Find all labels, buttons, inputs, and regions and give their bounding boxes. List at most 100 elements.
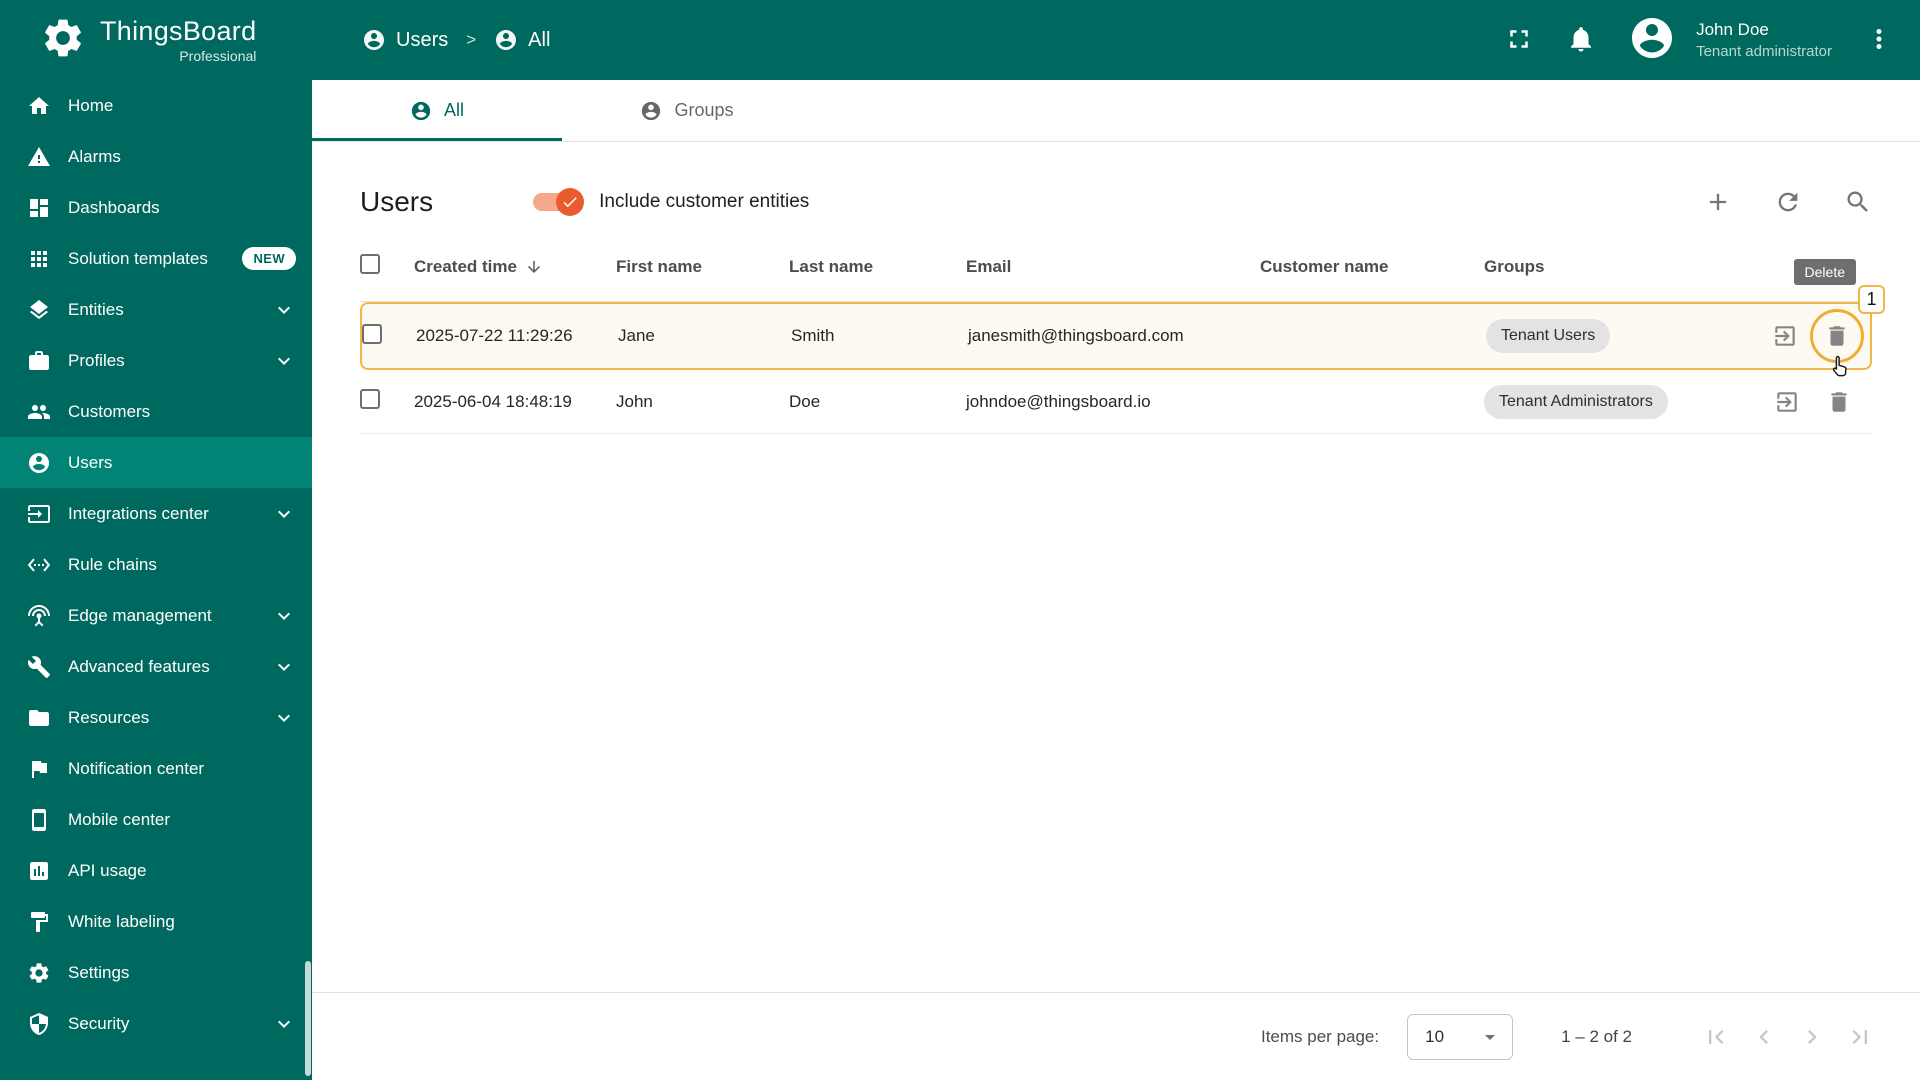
- notifications-button[interactable]: [1566, 24, 1596, 57]
- tab-all[interactable]: All: [312, 80, 562, 141]
- login-icon: [1777, 391, 1797, 412]
- login-as-user-button[interactable]: [1774, 389, 1800, 415]
- tab-groups[interactable]: Groups: [562, 80, 812, 141]
- sidebar-item-profiles[interactable]: Profiles: [0, 335, 312, 386]
- last-page-button[interactable]: [1846, 1023, 1874, 1051]
- column-header-email[interactable]: Email: [966, 257, 1260, 277]
- delete-user-button[interactable]: [1824, 323, 1850, 349]
- more-menu-button[interactable]: [1864, 24, 1894, 57]
- toolbar-actions: [1704, 188, 1872, 216]
- avatar[interactable]: [1628, 14, 1676, 67]
- sidebar-item-notification-center[interactable]: Notification center: [0, 743, 312, 794]
- items-per-page-select[interactable]: 10: [1407, 1013, 1514, 1060]
- sidebar-item-label: Alarms: [68, 146, 121, 166]
- sidebar-scrollbar[interactable]: [305, 961, 311, 1076]
- sidebar-item-entities[interactable]: Entities: [0, 284, 312, 335]
- users-table: Created time First name Last name Email …: [312, 232, 1920, 434]
- sidebar-item-edge-management[interactable]: Edge management: [0, 590, 312, 641]
- user-role: Tenant administrator: [1696, 43, 1832, 60]
- login-icon: [1775, 326, 1795, 346]
- plus-icon: [1709, 193, 1727, 211]
- row-checkbox[interactable]: [360, 389, 380, 409]
- tab-label: Groups: [674, 100, 734, 120]
- trash-icon: [1831, 391, 1847, 412]
- toggle-thumb: [556, 188, 585, 216]
- wrench-icon: [27, 655, 51, 679]
- refresh-button[interactable]: [1774, 188, 1802, 216]
- dropdown-caret-icon: [1485, 1034, 1496, 1040]
- column-header-customer-name[interactable]: Customer name: [1260, 257, 1484, 277]
- column-header-groups[interactable]: Groups: [1484, 257, 1742, 277]
- sidebar-item-label: Rule chains: [68, 554, 157, 574]
- sidebar-item-label: Settings: [68, 962, 130, 982]
- sidebar-item-label: Dashboards: [68, 197, 160, 217]
- table-row[interactable]: 2025-07-22 11:29:26 Jane Smith janesmith…: [360, 259, 1885, 377]
- add-user-button[interactable]: [1704, 188, 1732, 216]
- sidebar: Home Alarms Dashboards Solution template…: [0, 80, 312, 1080]
- layers-icon: [27, 298, 51, 322]
- user-icon: [411, 101, 431, 120]
- column-header-first-name[interactable]: First name: [616, 257, 789, 277]
- sidebar-item-mobile-center[interactable]: Mobile center: [0, 794, 312, 845]
- search-icon: [1847, 191, 1868, 212]
- sidebar-item-users[interactable]: Users: [0, 437, 312, 488]
- cell-email: janesmith@thingsboard.com: [968, 326, 1184, 345]
- gear-icon: [27, 961, 51, 985]
- sidebar-item-home[interactable]: Home: [0, 80, 312, 131]
- sidebar-item-label: API usage: [68, 860, 147, 880]
- home-icon: [27, 94, 51, 118]
- top-header: ThingsBoard Professional Users > All Joh…: [0, 0, 1920, 80]
- login-as-user-button[interactable]: [1772, 323, 1798, 349]
- sidebar-item-white-labeling[interactable]: White labeling: [0, 896, 312, 947]
- person-icon: [27, 451, 51, 475]
- chevron-down-icon: [272, 604, 296, 628]
- sidebar-item-security[interactable]: Security: [0, 998, 312, 1049]
- sidebar-item-label: Security: [68, 1013, 130, 1033]
- column-header-last-name[interactable]: Last name: [789, 257, 966, 277]
- sidebar-item-advanced-features[interactable]: Advanced features: [0, 641, 312, 692]
- row-checkbox[interactable]: [362, 323, 382, 344]
- last-page-icon: [1852, 1029, 1867, 1044]
- delete-user-button[interactable]: [1826, 389, 1852, 415]
- include-customer-entities-toggle[interactable]: Include customer entities: [531, 188, 809, 216]
- table-row[interactable]: 2025-06-04 18:48:19 John Doe johndoe@thi…: [360, 370, 1872, 434]
- delete-tooltip: Delete: [1793, 259, 1856, 285]
- search-button[interactable]: [1844, 188, 1872, 216]
- bell-icon: [1571, 26, 1592, 51]
- fullscreen-button[interactable]: [1504, 24, 1534, 57]
- sidebar-item-label: Home: [68, 95, 114, 115]
- previous-page-button[interactable]: [1750, 1023, 1778, 1051]
- sidebar-item-label: Users: [68, 452, 113, 472]
- sidebar-item-rule-chains[interactable]: Rule chains: [0, 539, 312, 590]
- column-header-created-time[interactable]: Created time: [414, 257, 616, 277]
- sidebar-item-label: Integrations center: [68, 503, 209, 523]
- sidebar-item-solution-templates[interactable]: Solution templates NEW: [0, 233, 312, 284]
- group-chip[interactable]: Tenant Users: [1486, 319, 1611, 353]
- logo-title: ThingsBoard: [100, 16, 257, 46]
- sort-desc-icon[interactable]: [525, 258, 543, 276]
- first-page-button[interactable]: [1702, 1023, 1730, 1051]
- sidebar-item-dashboards[interactable]: Dashboards: [0, 182, 312, 233]
- user-icon: [496, 30, 517, 50]
- sidebar-item-api-usage[interactable]: API usage: [0, 845, 312, 896]
- sidebar-item-label: Entities: [68, 299, 124, 319]
- sidebar-item-resources[interactable]: Resources: [0, 692, 312, 743]
- group-chip[interactable]: Tenant Administrators: [1484, 384, 1668, 419]
- sidebar-item-label: Mobile center: [68, 809, 171, 829]
- breadcrumb-users[interactable]: Users: [362, 28, 448, 52]
- flag-icon: [27, 757, 51, 781]
- sidebar-item-integrations-center[interactable]: Integrations center: [0, 488, 312, 539]
- user-info: John Doe Tenant administrator: [1696, 20, 1832, 60]
- toggle-switch[interactable]: [531, 188, 585, 216]
- sidebar-item-customers[interactable]: Customers: [0, 386, 312, 437]
- pagination-bar: Items per page: 10 1 – 2 of 2: [312, 992, 1920, 1080]
- briefcase-icon: [27, 349, 51, 373]
- tab-label: All: [443, 100, 464, 120]
- breadcrumb-all[interactable]: All: [494, 28, 550, 52]
- sidebar-item-settings[interactable]: Settings: [0, 947, 312, 998]
- sidebar-item-label: Advanced features: [68, 656, 210, 676]
- select-all-checkbox[interactable]: [360, 254, 380, 274]
- thingsboard-logo[interactable]: ThingsBoard Professional: [40, 15, 316, 66]
- sidebar-item-alarms[interactable]: Alarms: [0, 131, 312, 182]
- next-page-button[interactable]: [1798, 1023, 1826, 1051]
